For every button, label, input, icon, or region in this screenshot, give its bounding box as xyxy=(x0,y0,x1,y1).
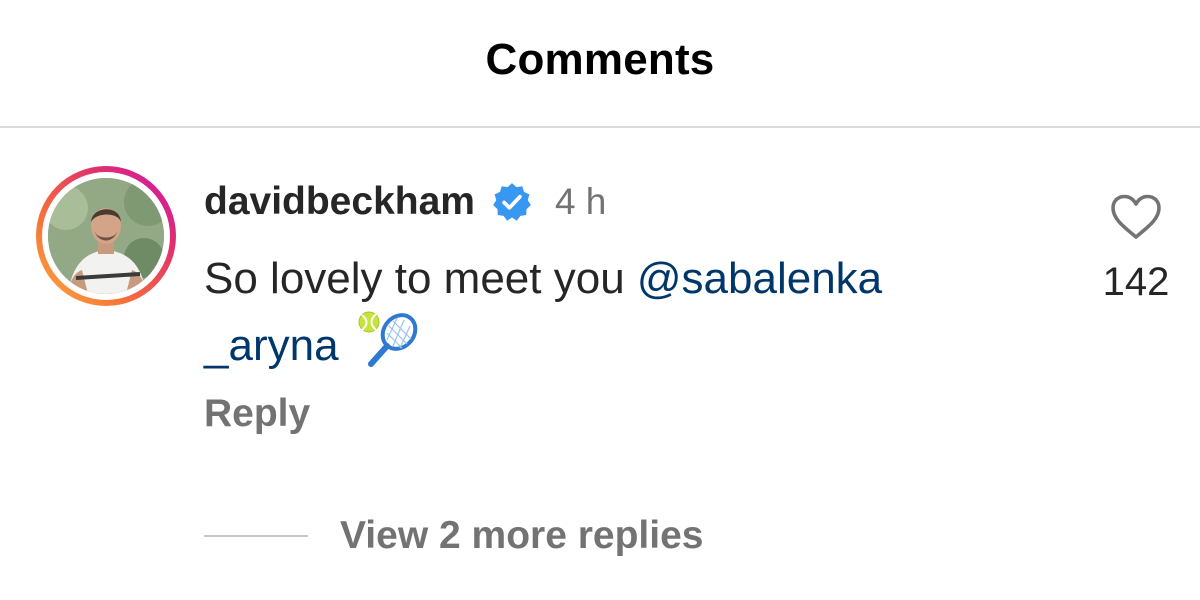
comments-screen: Comments davidbeckham 4 h So lovely to m… xyxy=(0,0,1200,600)
tennis-ball-icon xyxy=(358,311,380,333)
comments-header: Comments xyxy=(0,0,1200,126)
username[interactable]: davidbeckham xyxy=(204,180,475,224)
replies-divider-line xyxy=(204,535,308,537)
view-replies-row[interactable]: View 2 more replies xyxy=(204,508,703,564)
story-ring[interactable] xyxy=(36,166,176,306)
header-divider xyxy=(0,126,1200,128)
avatar[interactable] xyxy=(48,178,164,294)
comment-body: So lovely to meet you xyxy=(204,254,637,303)
view-replies-button[interactable]: View 2 more replies xyxy=(340,514,703,558)
page-title: Comments xyxy=(485,35,715,84)
avatar-photo xyxy=(48,178,164,294)
timestamp: 4 h xyxy=(554,181,607,222)
comment-meta: davidbeckham 4 h xyxy=(204,177,606,227)
reply-button[interactable]: Reply xyxy=(204,392,310,436)
verified-badge-icon xyxy=(493,183,531,221)
comment-text: So lovely to meet you @sabalenka _aryna xyxy=(204,248,1024,377)
like-count: 142 xyxy=(1102,260,1170,304)
like-section: 142 xyxy=(1088,190,1184,310)
heart-icon[interactable] xyxy=(1110,194,1162,240)
